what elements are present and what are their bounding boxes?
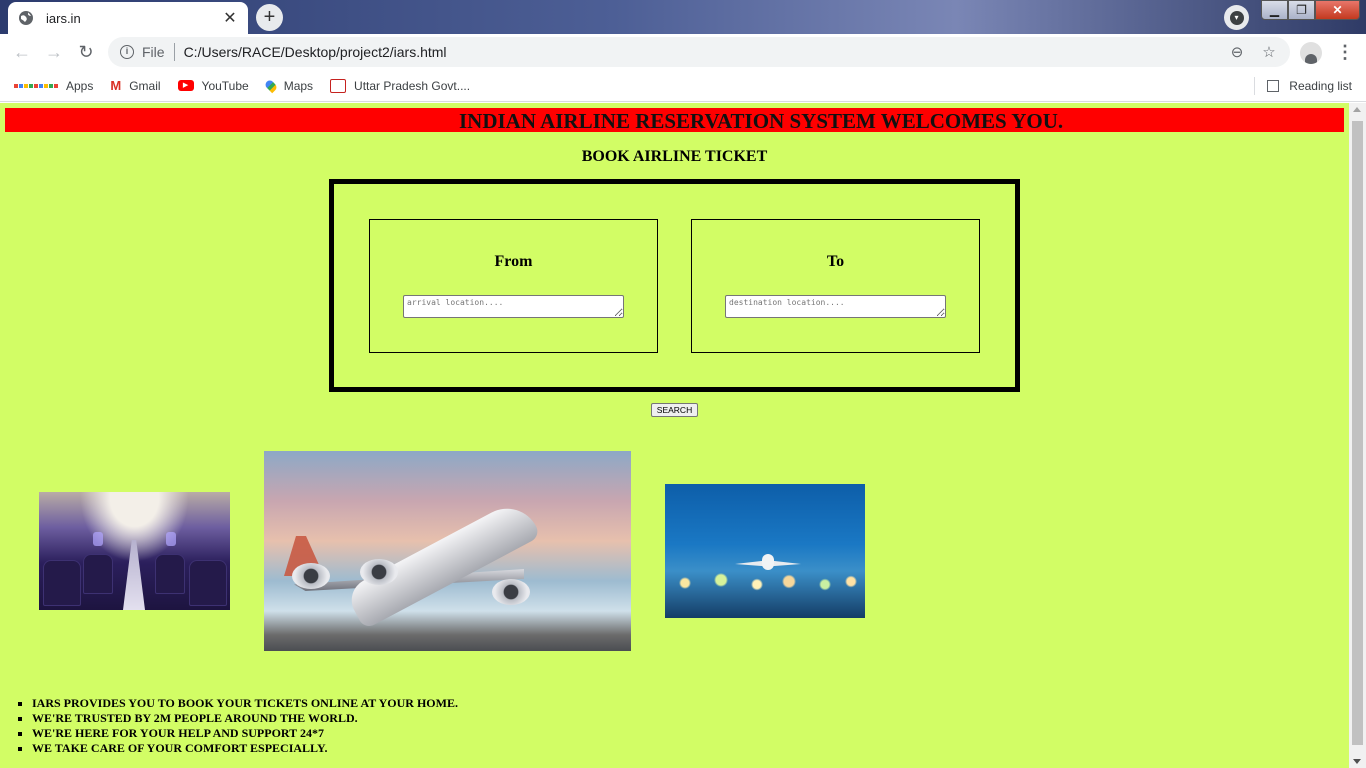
bookmarks-divider bbox=[1254, 76, 1256, 95]
destination-location-input[interactable] bbox=[725, 295, 946, 318]
bookmark-maps[interactable]: Maps bbox=[263, 78, 314, 93]
booking-form: From To bbox=[329, 179, 1020, 392]
list-item: WE'RE TRUSTED BY 2M PEOPLE AROUND THE WO… bbox=[32, 711, 458, 726]
govt-icon bbox=[330, 78, 347, 93]
page-viewport: INDIAN AIRLINE RESERVATION SYSTEM WELCOM… bbox=[0, 103, 1349, 768]
reading-list-icon bbox=[1267, 79, 1280, 92]
maximize-button[interactable]: ❐ bbox=[1288, 0, 1315, 20]
bookmark-label: Gmail bbox=[129, 78, 161, 93]
bookmark-label: Uttar Pradesh Govt.... bbox=[354, 78, 471, 93]
browser-title-bar: iars.in ✕ + ▾ ▁ ❐ ✕ bbox=[0, 0, 1366, 34]
youtube-icon: ▶ bbox=[177, 80, 194, 91]
features-list: IARS PROVIDES YOU TO BOOK YOUR TICKETS O… bbox=[32, 696, 458, 756]
bookmark-star-icon[interactable]: ☆ bbox=[1258, 43, 1280, 61]
scroll-down-icon[interactable] bbox=[1353, 759, 1361, 764]
bookmark-label: Apps bbox=[66, 78, 94, 93]
zoom-icon[interactable]: ⊖ bbox=[1226, 43, 1248, 61]
arrival-location-input[interactable] bbox=[403, 295, 624, 318]
browser-tab[interactable]: iars.in ✕ bbox=[8, 2, 248, 34]
browser-toolbar: ← → ↻ i File C:/Users/RACE/Desktop/proje… bbox=[0, 34, 1366, 70]
url-text[interactable]: C:/Users/RACE/Desktop/project2/iars.html bbox=[184, 44, 1226, 60]
from-label: From bbox=[494, 253, 533, 270]
welcome-banner: INDIAN AIRLINE RESERVATION SYSTEM WELCOM… bbox=[5, 108, 1344, 132]
forward-arrow-icon[interactable]: → bbox=[42, 40, 66, 64]
bookmark-gmail[interactable]: M Gmail bbox=[110, 78, 160, 93]
close-tab-icon[interactable]: ✕ bbox=[222, 8, 238, 28]
reading-list-button[interactable]: Reading list bbox=[1254, 70, 1352, 101]
tab-search-button[interactable]: ▾ bbox=[1224, 5, 1249, 30]
address-divider bbox=[173, 43, 175, 61]
banner-text: INDIAN AIRLINE RESERVATION SYSTEM WELCOM… bbox=[459, 109, 1064, 132]
to-panel: To bbox=[691, 219, 980, 353]
scroll-up-icon[interactable] bbox=[1353, 107, 1361, 112]
new-tab-button[interactable]: + bbox=[256, 4, 283, 31]
airplane-cabin-photo bbox=[39, 492, 230, 610]
close-window-button[interactable]: ✕ bbox=[1315, 0, 1360, 20]
bookmark-youtube[interactable]: ▶ YouTube bbox=[177, 78, 249, 93]
bookmark-apps[interactable]: Apps bbox=[14, 79, 93, 93]
airplane-takeoff-photo bbox=[264, 451, 631, 651]
address-scheme-label: File bbox=[142, 44, 165, 60]
bookmark-label: Maps bbox=[283, 78, 314, 93]
from-panel: From bbox=[369, 219, 658, 353]
minimize-button[interactable]: ▁ bbox=[1261, 0, 1288, 20]
apps-grid-icon bbox=[14, 83, 58, 88]
list-item: WE TAKE CARE OF YOUR COMFORT ESPECIALLY. bbox=[32, 741, 458, 756]
bookmark-up-govt[interactable]: Uttar Pradesh Govt.... bbox=[330, 78, 471, 93]
bookmark-label: YouTube bbox=[201, 78, 249, 93]
page-scrollbar[interactable] bbox=[1349, 103, 1366, 768]
back-arrow-icon[interactable]: ← bbox=[10, 40, 34, 64]
info-icon[interactable]: i bbox=[120, 45, 134, 59]
reload-icon[interactable]: ↻ bbox=[74, 40, 98, 64]
menu-kebab-icon[interactable]: ⋮ bbox=[1336, 42, 1354, 64]
account-icon[interactable] bbox=[1300, 42, 1322, 64]
tab-title: iars.in bbox=[46, 10, 81, 26]
scrollbar-thumb[interactable] bbox=[1352, 121, 1363, 745]
to-label: To bbox=[826, 253, 845, 270]
bookmarks-bar: Apps M Gmail ▶ YouTube Maps Uttar Prades… bbox=[0, 70, 1366, 102]
search-button[interactable]: SEARCH bbox=[651, 403, 698, 417]
airplane-runway-photo bbox=[665, 484, 865, 618]
globe-icon bbox=[19, 11, 33, 25]
chevron-down-icon: ▾ bbox=[1229, 10, 1244, 25]
address-bar[interactable]: i File C:/Users/RACE/Desktop/project2/ia… bbox=[108, 37, 1290, 67]
list-item: IARS PROVIDES YOU TO BOOK YOUR TICKETS O… bbox=[32, 696, 458, 711]
reading-list-label: Reading list bbox=[1289, 78, 1352, 93]
gmail-icon: M bbox=[110, 78, 122, 93]
maps-icon bbox=[263, 78, 278, 93]
page-heading: BOOK AIRLINE TICKET bbox=[581, 148, 768, 165]
list-item: WE'RE HERE FOR YOUR HELP AND SUPPORT 24*… bbox=[32, 726, 458, 741]
